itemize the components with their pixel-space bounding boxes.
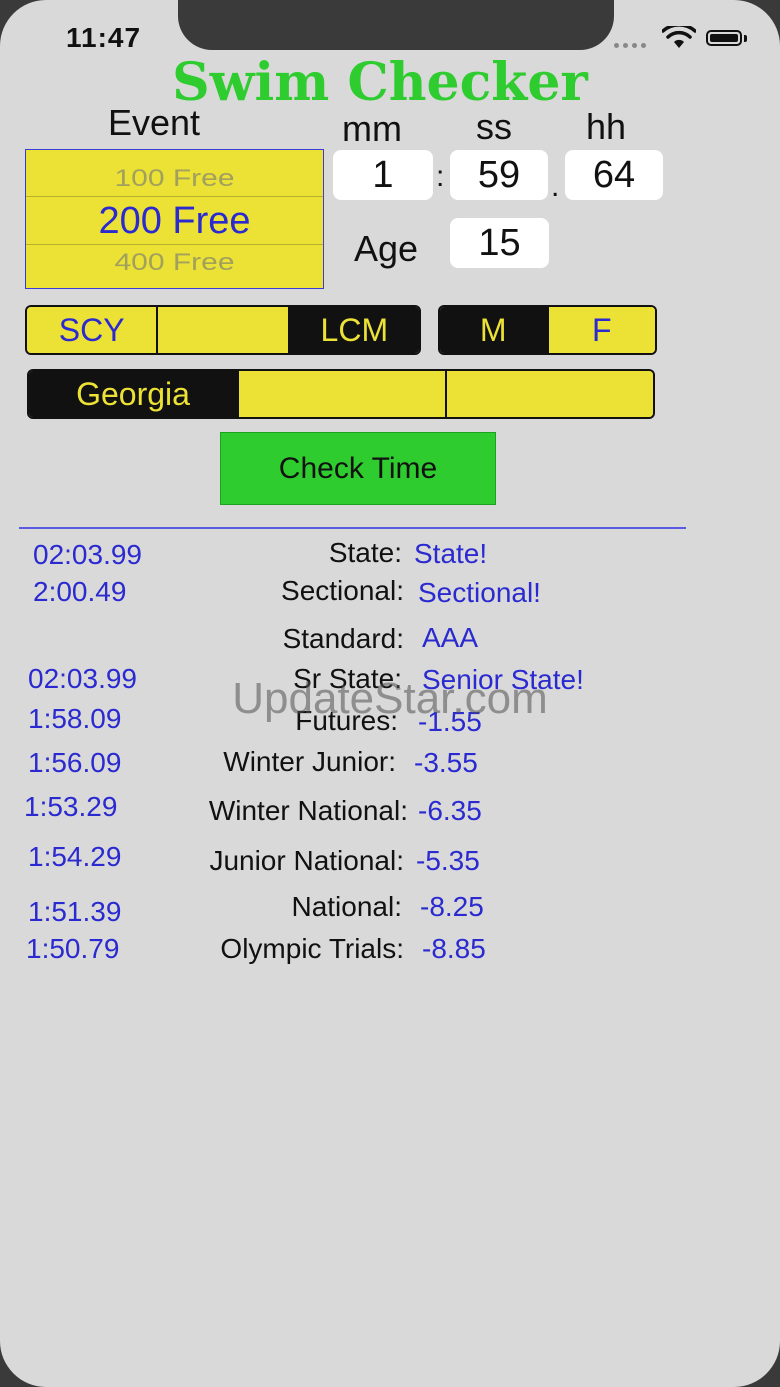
gender-option-f[interactable]: F [546, 307, 655, 353]
result-label-standard: Standard: [282, 623, 404, 654]
result-value-state: State! [414, 538, 488, 569]
result-label-futures: Futures: [295, 705, 398, 736]
region-segmented-control[interactable]: Georgia [27, 369, 655, 419]
result-label-junior-national: Junior National: [209, 845, 404, 876]
region-option-georgia[interactable]: Georgia [29, 371, 237, 417]
age-input[interactable]: 15 [450, 218, 549, 268]
age-label: Age [354, 228, 419, 269]
event-picker[interactable]: 100 Free 200 Free 400 Free [25, 149, 324, 289]
result-label-winter-national: Winter National: [208, 795, 408, 826]
notch [178, 0, 614, 50]
result-time-junior-national: 1:54.29 [28, 841, 122, 872]
region-option-2[interactable] [237, 371, 445, 417]
result-label-national: National: [291, 891, 402, 922]
result-value-sr-state: Senior State! [422, 664, 584, 695]
result-label-winter-junior: Winter Junior: [223, 746, 396, 777]
time-dot: . [551, 170, 560, 203]
status-time: 11:47 [66, 22, 142, 53]
ss-label: ss [476, 106, 512, 147]
event-label: Event [108, 102, 201, 143]
seconds-input[interactable]: 59 [450, 150, 548, 200]
result-value-olympic-trials: -8.85 [422, 933, 486, 964]
event-picker-option-above[interactable]: 100 Free [26, 165, 323, 192]
result-value-standard: AAA [422, 622, 479, 653]
result-time-winter-national: 1:53.29 [24, 791, 118, 822]
result-value-futures: -1.55 [418, 706, 482, 737]
wifi-icon [662, 26, 696, 48]
battery-icon [706, 30, 750, 48]
results-divider [19, 527, 686, 529]
result-label-sectional: Sectional: [281, 575, 404, 606]
time-colon: : [436, 160, 445, 193]
region-option-3[interactable] [445, 371, 653, 417]
mm-label: mm [342, 108, 402, 149]
course-option-scy[interactable]: SCY [27, 307, 157, 353]
result-time-state: 02:03.99 [33, 539, 142, 570]
result-value-sectional: Sectional! [418, 577, 541, 608]
hh-label: hh [586, 106, 627, 147]
result-label-sr-state: Sr State: [293, 663, 402, 694]
result-time-sr-state: 02:03.99 [28, 663, 137, 694]
result-value-winter-junior: -3.55 [414, 747, 478, 778]
course-segmented-control[interactable]: SCY LCM [25, 305, 421, 355]
gender-segmented-control[interactable]: M F [438, 305, 657, 355]
result-value-winter-national: -6.35 [418, 795, 482, 826]
result-label-state: State: [328, 537, 402, 568]
result-time-sectional: 2:00.49 [33, 576, 127, 607]
course-option-blank[interactable] [156, 307, 288, 353]
gender-option-m[interactable]: M [440, 307, 547, 353]
result-value-national: -8.25 [420, 891, 484, 922]
result-time-olympic-trials: 1:50.79 [26, 933, 120, 964]
check-time-button[interactable]: Check Time [220, 432, 496, 505]
hundredths-input[interactable]: 64 [565, 150, 663, 200]
event-picker-option-below[interactable]: 400 Free [26, 249, 323, 276]
minutes-input[interactable]: 1 [333, 150, 433, 200]
result-time-national: 1:51.39 [28, 896, 122, 927]
course-option-lcm[interactable]: LCM [287, 307, 419, 353]
phone-screen: 11:47 Swim Checker Event mm ss hh 100 Fr… [0, 0, 780, 1387]
result-time-futures: 1:58.09 [28, 703, 122, 734]
result-time-winter-junior: 1:56.09 [28, 747, 122, 778]
result-label-olympic-trials: Olympic Trials: [220, 933, 404, 964]
signal-dots-icon [614, 43, 652, 49]
result-value-junior-national: -5.35 [416, 845, 480, 876]
event-picker-selected[interactable]: 200 Free [26, 200, 323, 243]
